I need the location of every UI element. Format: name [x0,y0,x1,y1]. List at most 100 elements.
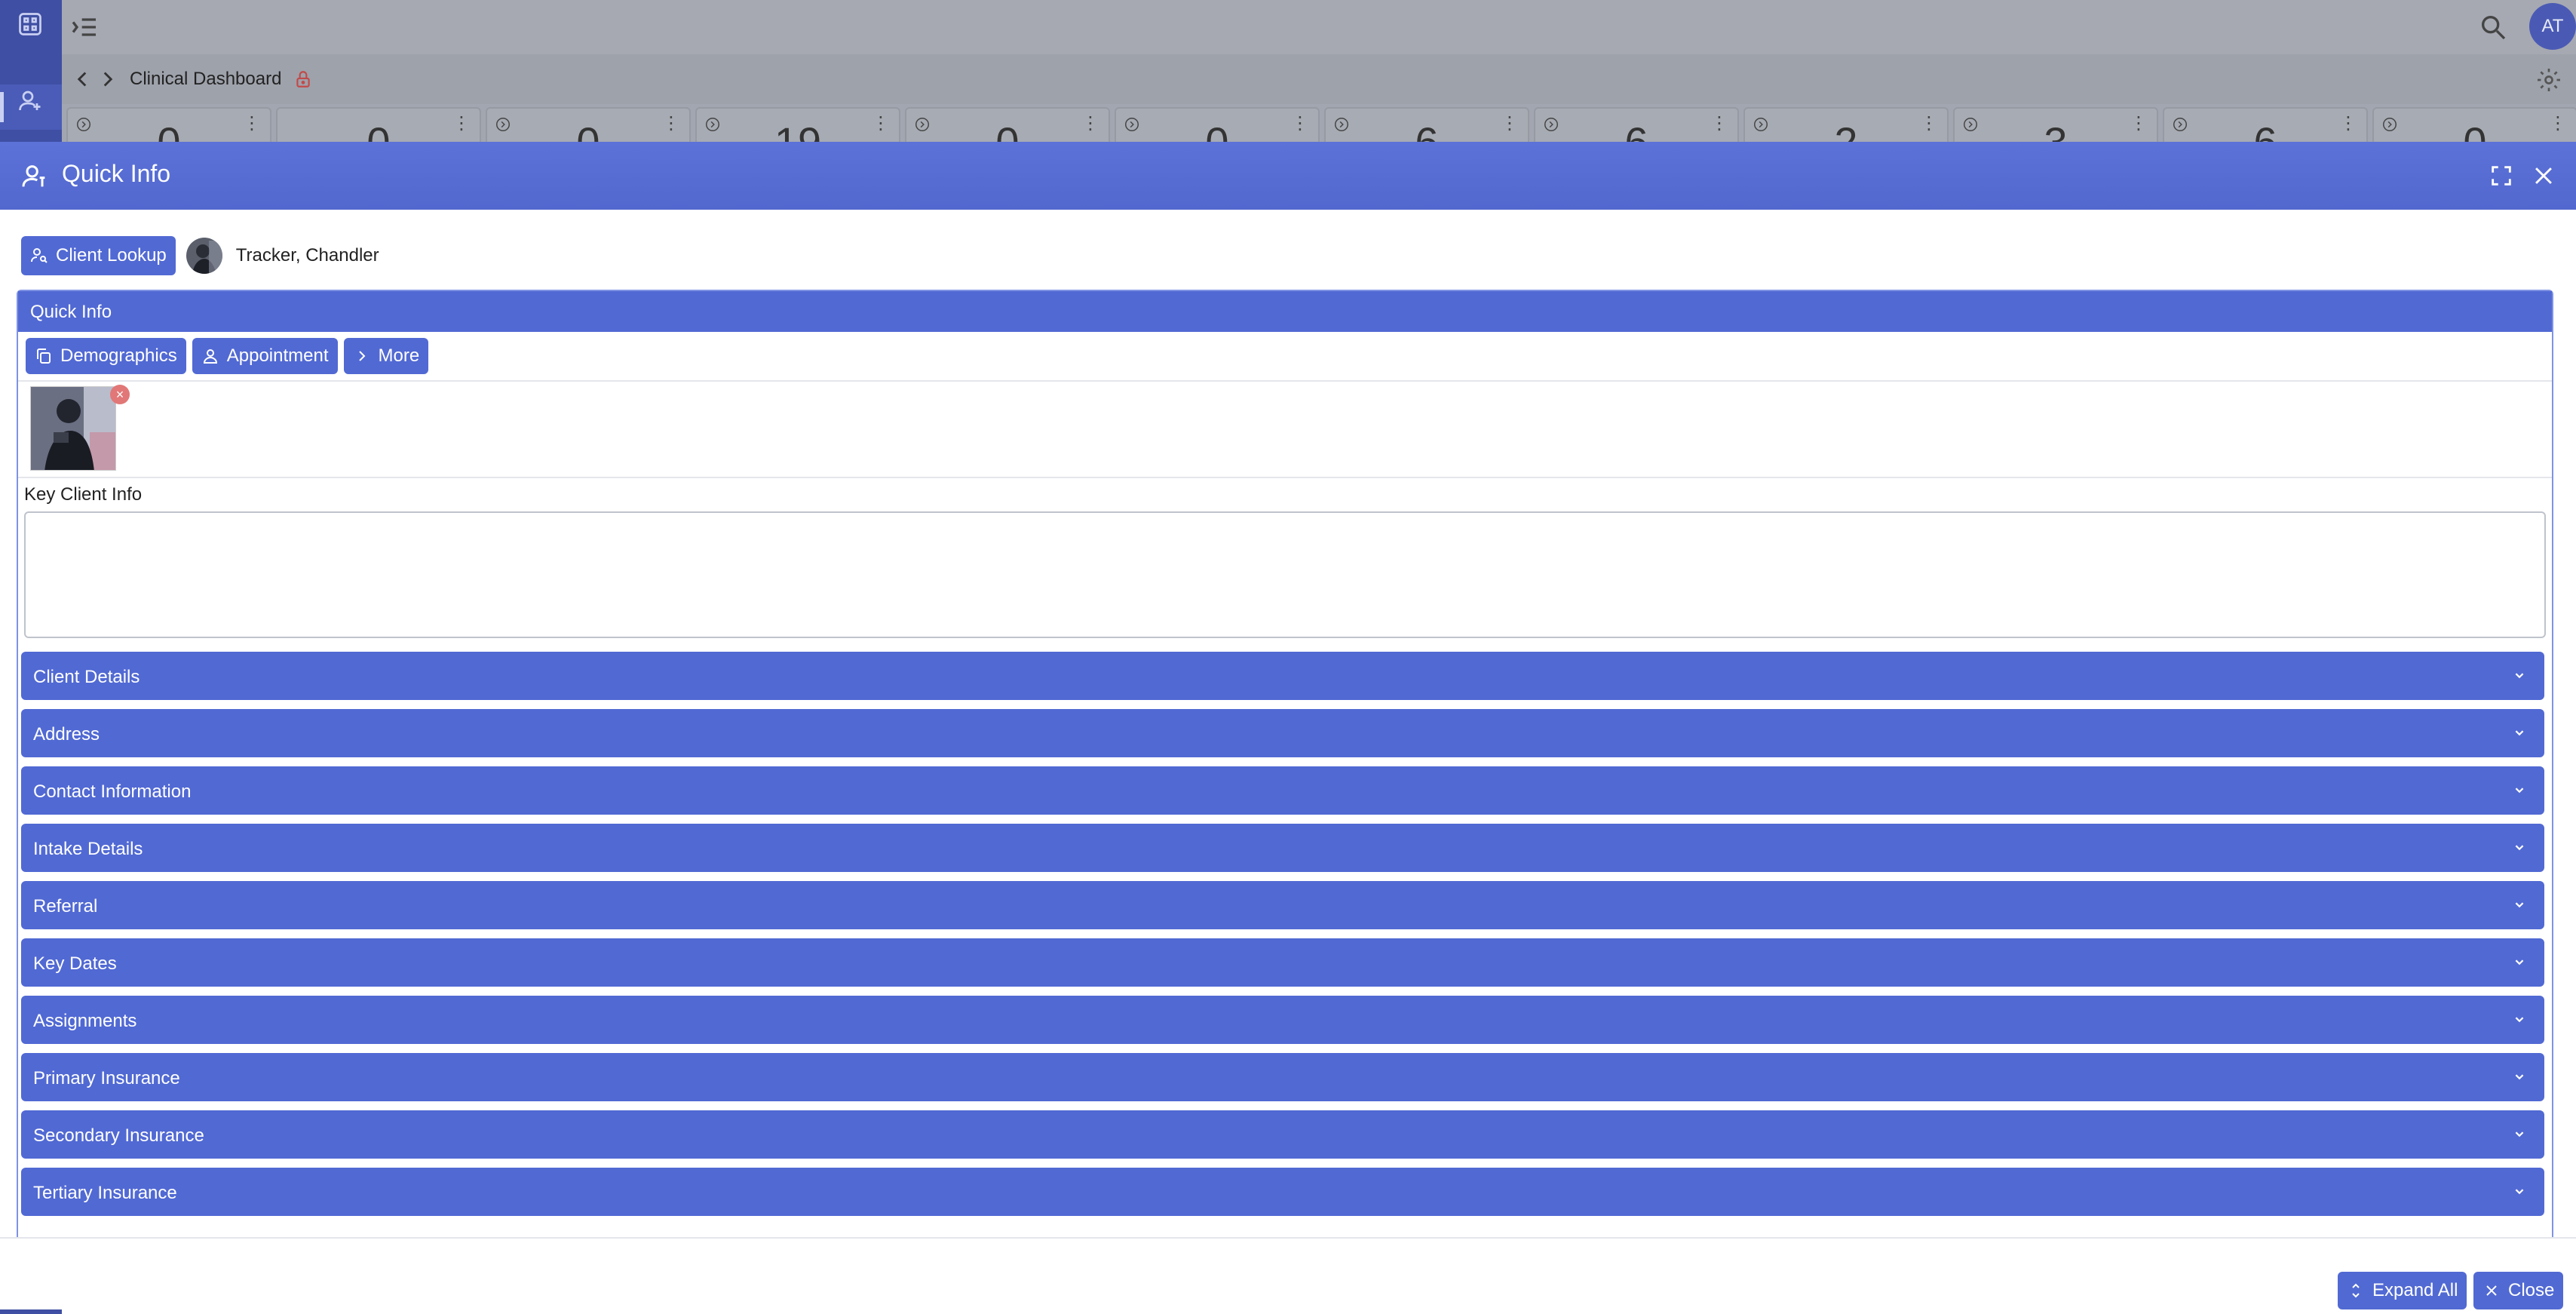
lock-icon[interactable] [293,69,313,89]
dashboard-tile[interactable]: ⋮ 0 [66,107,271,145]
accordion-intake-details[interactable]: Intake Details [21,824,2544,872]
key-client-info-label: Key Client Info [24,484,143,505]
photo-row: × [18,382,2552,478]
tile-value: 6 [1624,118,1648,145]
tile-value: 2 [1834,118,1858,145]
tile-value: 0 [366,118,391,145]
modal-footer: Expand All Close [0,1237,2576,1314]
quick-info-panel: Quick Info Demographics Appointment More [17,290,2553,1314]
more-button[interactable]: More [343,338,429,374]
user-info-icon [22,165,45,187]
client-row: Client Lookup Tracker, Chandler [21,236,379,275]
chevron-down-icon [2515,845,2524,851]
dashboard-tile[interactable]: ⋮ 19 [695,107,900,145]
client-lookup-button[interactable]: Client Lookup [21,236,176,275]
accordion-tertiary-insurance[interactable]: Tertiary Insurance [21,1168,2544,1216]
chevron-right-icon [358,351,365,361]
fullscreen-icon[interactable] [2489,163,2514,189]
modal-header: Quick Info [0,142,2576,210]
dashboard-tile[interactable]: ⋮ 0 [905,107,1110,145]
user-avatar[interactable]: AT [2529,3,2576,50]
grid-icon[interactable] [17,11,44,38]
dashboard-tile[interactable]: ⋮ 0 [486,107,691,145]
section-label: Key Dates [33,953,117,974]
section-label: Client Details [33,667,140,687]
dashboard-tiles: ⋮ 0 ⋮ 0 ⋮ 0 ⋮ 19 ⋮ 0 ⋮ 0 ⋮ 6 ⋮ 6 ⋮ 2 ⋮ 3 ⋮ 6 ⋮ 0 [66,107,2576,145]
section-label: Contact Information [33,781,192,802]
chevron-down-icon [2515,730,2524,736]
dashboard-tile[interactable]: ⋮ 2 [1743,107,1949,145]
app-subbar: Clinical Dashboard [62,54,2576,104]
chevron-down-icon [2515,673,2524,679]
accordion-client-details[interactable]: Client Details [21,652,2544,700]
more-label: More [378,345,420,366]
tile-value: 0 [2463,118,2487,145]
section-label: Assignments [33,1011,137,1031]
close-button[interactable]: Close [2473,1272,2564,1309]
chevron-down-icon [2515,1074,2524,1080]
user-icon[interactable] [17,87,44,115]
expand-vertical-icon [2352,1283,2360,1298]
appointment-button[interactable]: Appointment [192,338,338,374]
accordion-primary-insurance[interactable]: Primary Insurance [21,1053,2544,1101]
person-icon [203,349,217,364]
dashboard-tile[interactable]: ⋮ 3 [1953,107,2158,145]
quick-info-modal: Quick Info Client Lookup Tracker, Chandl… [0,142,2576,1314]
accordion-secondary-insurance[interactable]: Secondary Insurance [21,1110,2544,1159]
chevron-down-icon [2515,787,2524,794]
panel-title: Quick Info [18,291,2552,332]
appointment-label: Appointment [226,345,329,366]
accordion-sections: Client Details Address Contact Informati… [18,652,2552,1216]
section-label: Tertiary Insurance [33,1183,177,1203]
tile-value: 19 [774,118,822,145]
gear-icon[interactable] [2535,66,2562,94]
accordion-referral[interactable]: Referral [21,881,2544,929]
client-name: Tracker, Chandler [235,245,379,266]
back-arrow-icon[interactable] [69,66,95,92]
tile-value: 0 [1205,118,1229,145]
tile-value: 3 [2044,118,2068,145]
dashboard-tile[interactable]: ⋮ 0 [276,107,481,145]
dashboard-tile[interactable]: ⋮ 6 [1534,107,1739,145]
search-icon[interactable] [2478,12,2508,42]
modal-title: Quick Info [62,160,171,187]
tile-value: 0 [157,118,181,145]
demographics-label: Demographics [60,345,177,366]
close-label: Close [2508,1280,2555,1300]
accordion-assignments[interactable]: Assignments [21,996,2544,1044]
chevron-down-icon [2515,959,2524,966]
expand-all-label: Expand All [2372,1280,2458,1300]
expand-all-button[interactable]: Expand All [2338,1272,2467,1309]
client-lookup-label: Client Lookup [56,245,167,266]
section-label: Secondary Insurance [33,1125,204,1146]
accordion-address[interactable]: Address [21,709,2544,757]
forward-arrow-icon[interactable] [95,66,121,92]
sidebar-active-indicator [0,92,4,122]
tile-value: 6 [2253,118,2277,145]
chevron-down-icon [2515,902,2524,908]
dashboard-tile[interactable]: ⋮ 0 [2372,107,2576,145]
remove-photo-button[interactable]: × [110,385,130,404]
copy-icon [37,348,51,364]
section-label: Referral [33,896,98,916]
tile-value: 0 [576,118,600,145]
dashboard-tile[interactable]: ⋮ 0 [1115,107,1320,145]
menu-collapse-icon[interactable] [69,12,100,42]
accordion-key-dates[interactable]: Key Dates [21,938,2544,987]
client-avatar[interactable] [186,238,222,274]
panel-tabs: Demographics Appointment More [18,332,2552,382]
dashboard-tile[interactable]: ⋮ 6 [2163,107,2368,145]
demographics-button[interactable]: Demographics [26,338,186,374]
chevron-down-icon [2515,1131,2524,1137]
close-icon [2486,1285,2497,1296]
chevron-down-icon [2515,1189,2524,1195]
accordion-contact-information[interactable]: Contact Information [21,766,2544,815]
user-search-icon [31,248,48,263]
chevron-down-icon [2515,1017,2524,1023]
dashboard-tile[interactable]: ⋮ 6 [1324,107,1529,145]
section-label: Intake Details [33,839,143,859]
key-client-info-textarea[interactable] [24,511,2546,638]
close-icon[interactable] [2531,163,2556,189]
section-label: Primary Insurance [33,1068,180,1088]
client-photo[interactable] [30,386,116,471]
